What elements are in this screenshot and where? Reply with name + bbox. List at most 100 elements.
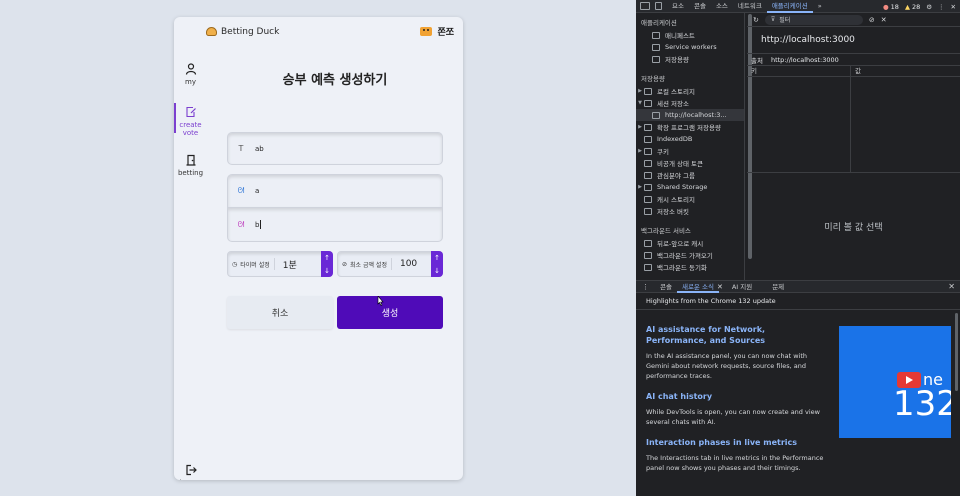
news-text: While DevTools is open, you can now crea…: [646, 408, 820, 426]
tree-item-interest-groups[interactable]: 관심분야 그룹: [636, 169, 744, 181]
database-icon: [644, 159, 652, 167]
sidebar-item-my[interactable]: my: [174, 63, 207, 86]
timer-stepper[interactable]: ↑ ↓: [321, 251, 333, 277]
sidebar-item-create-vote[interactable]: create vote: [174, 103, 207, 137]
tree-item-indexeddb[interactable]: IndexedDB: [636, 133, 744, 145]
arrow-down-icon[interactable]: ↓: [434, 267, 440, 275]
close-devtools-icon[interactable]: ✕: [951, 3, 956, 11]
drawer-tab-issues[interactable]: 문제: [767, 281, 789, 293]
origin-row: 출처 http://localhost:3000: [747, 54, 960, 66]
news-list: AI assistance for Network, Performance, …: [646, 324, 826, 483]
coin-icon: ⊘: [342, 260, 348, 268]
more-options-icon[interactable]: ⋮: [938, 3, 945, 11]
youtube-play-icon[interactable]: [897, 372, 921, 388]
sidebar: my create vote betting logout: [174, 46, 207, 480]
column-key[interactable]: 키: [747, 66, 851, 76]
grid-icon: [644, 87, 652, 95]
timer-label: 타이머 설정: [240, 261, 270, 269]
news-scrollbar[interactable]: [955, 313, 958, 391]
drawer-tab-console[interactable]: 콘솔: [655, 281, 677, 293]
min-amount-value-input[interactable]: 100: [392, 259, 431, 269]
storage-table-body[interactable]: [747, 77, 960, 173]
tree-item-session-localhost[interactable]: http://localhost:3...: [636, 109, 744, 121]
tree-item-private-state-tokens[interactable]: 비공개 상태 토큰: [636, 157, 744, 169]
sidebar-label-create-vote: create vote: [179, 121, 202, 137]
tree-item-manifest[interactable]: 매니페스트: [636, 29, 744, 41]
tree-item-cookies[interactable]: ▶ 쿠키: [636, 145, 744, 157]
column-value[interactable]: 값: [851, 66, 861, 76]
drawer-tab-whats-new[interactable]: 새로운 소식: [676, 281, 719, 293]
gear-icon: [652, 43, 660, 51]
tree-item-storage[interactable]: 저장용량: [636, 53, 744, 65]
brand[interactable]: Betting Duck: [206, 27, 279, 37]
tree-item-cache-storage[interactable]: 캐시 스토리지: [636, 193, 744, 205]
filter-input[interactable]: ⊽ 필터: [764, 14, 863, 25]
database-icon: [644, 135, 652, 143]
tree-item-storage-buckets[interactable]: 저장소 버킷: [636, 205, 744, 217]
background-section-header: 백그라운드 서비스: [641, 227, 691, 235]
news-video-thumbnail[interactable]: ne 132: [839, 326, 951, 438]
user-profile[interactable]: 쫀쪼: [420, 25, 454, 38]
sidebar-item-betting[interactable]: betting: [174, 154, 207, 177]
settings-icon[interactable]: ⚙: [926, 3, 932, 11]
news-heading[interactable]: Interaction phases in live metrics: [646, 437, 826, 448]
close-tab-icon[interactable]: ✕: [717, 283, 723, 291]
error-count[interactable]: 18: [883, 3, 899, 11]
expand-arrow-icon[interactable]: ▶: [636, 184, 644, 190]
option-a-input[interactable]: ᘛ a: [227, 174, 443, 208]
tree-item-extension-storage[interactable]: ▶ 확장 프로그램 저장용량: [636, 121, 744, 133]
arrow-down-icon[interactable]: ↓: [324, 267, 330, 275]
min-amount-setting: ⊘ 최소 금액 설정 100 ↑ ↓: [337, 251, 443, 277]
tree-item-bfcache[interactable]: 뒤로-앞으로 캐시: [636, 237, 744, 249]
sidebar-label-betting: betting: [177, 169, 204, 177]
collapse-arrow-icon[interactable]: ▼: [636, 100, 644, 106]
device-toolbar-icon[interactable]: [655, 2, 662, 10]
timer-value-input[interactable]: 1분: [275, 258, 321, 271]
tree-item-background-fetch[interactable]: 백그라운드 가져오기: [636, 249, 744, 261]
news-heading[interactable]: AI chat history: [646, 391, 826, 402]
database-icon: [644, 207, 652, 215]
tree-item-service-workers[interactable]: Service workers: [636, 41, 744, 53]
option-b-input[interactable]: ᘛ b: [227, 208, 443, 242]
create-button[interactable]: 생성: [337, 296, 443, 329]
clear-all-icon[interactable]: ⊘: [869, 16, 875, 24]
duck-logo-icon: [206, 27, 217, 36]
cancel-button[interactable]: 취소: [227, 296, 333, 329]
expand-arrow-icon[interactable]: ▶: [636, 88, 644, 94]
user-avatar-icon: [420, 27, 433, 36]
tab-console[interactable]: 콘솔: [689, 0, 711, 13]
close-drawer-icon[interactable]: ✕: [948, 282, 955, 291]
refresh-icon[interactable]: ↻: [753, 16, 759, 24]
clock-icon: ◷: [232, 260, 238, 268]
tree-item-background-sync[interactable]: 백그라운드 동기화: [636, 261, 744, 273]
warning-count[interactable]: 28: [905, 3, 920, 11]
more-tabs-icon[interactable]: »: [813, 0, 827, 13]
logout-label: logout: [179, 479, 201, 480]
expand-arrow-icon[interactable]: ▶: [636, 148, 644, 154]
tree-item-session-storage[interactable]: ▼ 세션 저장소: [636, 97, 744, 109]
page-title: 승부 예측 생성하기: [282, 73, 388, 88]
tab-elements[interactable]: 요소: [667, 0, 689, 13]
drawer-tab-ai-assistance[interactable]: AI 지원: [727, 281, 757, 293]
tree-item-shared-storage[interactable]: ▶ Shared Storage: [636, 181, 744, 193]
news-text: The Interactions tab in live metrics in …: [646, 454, 824, 472]
news-heading[interactable]: AI assistance for Network, Performance, …: [646, 324, 826, 346]
tree-item-local-storage[interactable]: ▶ 로컬 스토리지: [636, 85, 744, 97]
expand-arrow-icon[interactable]: ▶: [636, 124, 644, 130]
logout-button[interactable]: logout: [174, 464, 207, 480]
arrow-up-icon[interactable]: ↑: [434, 254, 440, 262]
drawer-menu-icon[interactable]: ⋮: [642, 283, 649, 291]
timer-setting: ◷ 타이머 설정 1분 ↑ ↓: [227, 251, 333, 277]
user-icon: [185, 63, 196, 75]
brand-name: Betting Duck: [221, 26, 280, 37]
vote-title-input[interactable]: T ab: [227, 132, 443, 165]
timer-label-group: ◷ 타이머 설정: [228, 258, 275, 270]
storage-origin-title: http://localhost:3000: [747, 27, 960, 54]
tab-sources[interactable]: 소스: [711, 0, 733, 13]
tab-network[interactable]: 네트워크: [733, 0, 767, 13]
arrow-up-icon[interactable]: ↑: [324, 254, 330, 262]
inspect-icon[interactable]: [640, 2, 650, 10]
delete-selected-icon[interactable]: ✕: [881, 16, 887, 24]
tab-application[interactable]: 애플리케이션: [766, 0, 813, 13]
min-amount-stepper[interactable]: ↑ ↓: [431, 251, 443, 277]
